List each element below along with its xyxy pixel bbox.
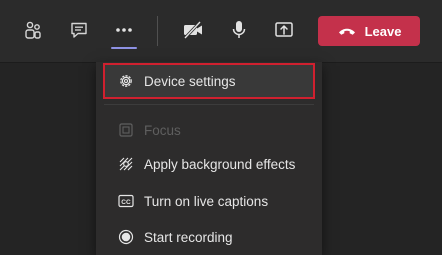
menu-item-focus: Focus — [104, 115, 314, 145]
chat-icon — [71, 22, 87, 38]
more-actions-menu: Device settings Focus Apply background e… — [96, 62, 322, 255]
menu-item-live-captions[interactable]: CC Turn on live captions — [104, 186, 314, 216]
meeting-toolbar: Leave — [0, 0, 442, 63]
leave-button[interactable]: Leave — [318, 16, 420, 46]
gear-icon — [118, 73, 134, 89]
captions-icon: CC — [118, 193, 134, 209]
camera-button[interactable] — [178, 14, 208, 46]
menu-separator — [104, 104, 314, 105]
share-screen-button[interactable] — [269, 14, 299, 46]
menu-item-label: Start recording — [144, 229, 233, 245]
microphone-icon — [232, 21, 246, 38]
toolbar-divider — [157, 16, 158, 46]
menu-item-background-effects[interactable]: Apply background effects — [104, 149, 314, 179]
record-icon — [118, 229, 134, 245]
more-actions-button[interactable] — [109, 14, 139, 49]
menu-item-label: Turn on live captions — [144, 193, 269, 209]
menu-item-label: Device settings — [144, 73, 236, 89]
focus-icon — [118, 122, 134, 138]
participants-icon — [25, 21, 41, 39]
chat-button[interactable] — [64, 14, 94, 46]
more-actions-icon — [116, 28, 132, 32]
microphone-button[interactable] — [224, 14, 254, 46]
background-effects-icon — [118, 156, 134, 172]
menu-item-label: Apply background effects — [144, 156, 296, 172]
menu-item-label: Focus — [144, 122, 181, 138]
leave-label: Leave — [364, 23, 402, 39]
share-screen-icon — [275, 22, 293, 37]
camera-off-icon — [183, 20, 202, 40]
participants-button[interactable] — [18, 14, 48, 46]
svg-text:CC: CC — [121, 199, 131, 206]
menu-item-device-settings[interactable]: Device settings — [103, 63, 315, 99]
menu-item-start-recording[interactable]: Start recording — [104, 222, 314, 252]
hang-up-icon — [338, 28, 355, 35]
